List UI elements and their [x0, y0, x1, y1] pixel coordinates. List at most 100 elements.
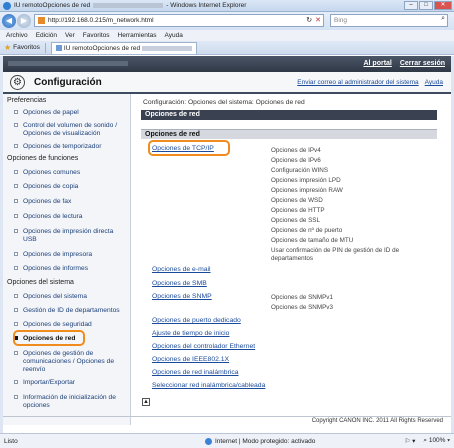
sidebar-item-copy[interactable]: Opciones de copia [14, 183, 127, 191]
breadcrumb: Configuración: Opciones del sistema: Opc… [143, 99, 305, 106]
network-highlight [13, 330, 85, 346]
search-field[interactable]: Bing ⌕ [330, 14, 448, 27]
sidebar-item-init-info[interactable]: Información de inicialización de opcione… [14, 394, 127, 410]
zoom-control[interactable]: ⌕ 100% ▾ [423, 437, 450, 445]
menu-herramientas[interactable]: Herramientas [118, 32, 157, 39]
sidebar-section-preferences: Preferencias [7, 97, 47, 104]
forward-button[interactable]: ▶ [17, 14, 31, 28]
help-link[interactable]: Ayuda [425, 79, 443, 86]
tcpip-detail: Opciones de IPv6 [271, 157, 321, 164]
bullet-icon [14, 229, 18, 233]
redacted-tab-block [142, 45, 193, 51]
ethernet-driver-link[interactable]: Opciones del controlador Ethernet [152, 343, 255, 350]
window-titlebar: IU remotoOpciones de red - Windows Inter… [0, 0, 454, 12]
window-title-prefix: IU remotoOpciones de red [14, 2, 91, 9]
internet-globe-icon [205, 437, 212, 445]
page-title: Configuración [34, 77, 102, 88]
config-header: ⚙ Configuración Enviar correo al adminis… [3, 72, 451, 94]
snmp-detail: Opciones de SNMPv3 [271, 304, 333, 311]
refresh-icon[interactable]: ↻ [306, 16, 312, 24]
smb-options-link[interactable]: Opciones de SMB [152, 280, 207, 287]
favorites-separator [44, 42, 46, 53]
tcpip-highlight [148, 140, 230, 156]
sidebar: Preferencias Opciones de papel Control d… [3, 94, 131, 425]
snmp-detail: Opciones de SNMPv1 [271, 294, 333, 301]
protected-mode-icon[interactable]: ⚐ ▾ [404, 437, 415, 445]
web-page: Al portal Cerrar sesión ⚙ Configuración … [0, 56, 454, 433]
sidebar-item-reports[interactable]: Opciones de informes [14, 265, 127, 273]
tcpip-detail: Opciones de HTTP [271, 207, 325, 214]
zone-text: Internet | Modo protegido: activado [215, 437, 316, 445]
ie-logo-icon [3, 1, 11, 10]
sidebar-section-functions: Opciones de funciones [7, 155, 79, 162]
page-footer: Copyright CANON INC. 2011 All Rights Res… [3, 416, 451, 424]
sidebar-item-department-id[interactable]: Gestión de ID de departamentos [14, 307, 127, 315]
select-wireless-wired-link[interactable]: Seleccionar red inalámbrica/cableada [152, 382, 265, 389]
close-window-button[interactable]: ✕ [434, 1, 452, 10]
menu-ayuda[interactable]: Ayuda [165, 32, 183, 39]
gear-icon: ⚙ [10, 75, 25, 90]
tcpip-detail: Configuración WINS [271, 167, 329, 174]
sidebar-item-security[interactable]: Opciones de seguridad [14, 321, 127, 329]
logout-link[interactable]: Cerrar sesión [400, 60, 445, 67]
tab-favicon-icon [55, 45, 62, 51]
sidebar-item-scan[interactable]: Opciones de lectura [14, 213, 127, 221]
startup-time-link[interactable]: Ajuste de tiempo de inicio [152, 330, 229, 337]
sidebar-item-paper[interactable]: Opciones de papel [14, 109, 127, 117]
email-admin-link[interactable]: Enviar correo al administrador del siste… [297, 79, 418, 86]
section-title-bar: Opciones de red [141, 110, 437, 120]
snmp-options-link[interactable]: Opciones de SNMP [152, 293, 212, 300]
sidebar-item-timer[interactable]: Opciones de temporizador [14, 143, 127, 151]
search-icon[interactable]: ⌕ [441, 15, 445, 23]
email-options-link[interactable]: Opciones de e-mail [152, 266, 211, 273]
bullet-icon [14, 266, 18, 270]
sidebar-item-sound-display[interactable]: Control del volumen de sonido / Opciones… [14, 122, 127, 138]
favorites-bar: ★ Favoritos IU remotoOpciones de red [0, 41, 454, 55]
back-button[interactable]: ◀ [2, 14, 16, 28]
tcpip-detail: Opciones impresión LPD [271, 177, 341, 184]
bullet-icon [14, 380, 18, 384]
sidebar-item-communications[interactable]: Opciones de gestión de comunicaciones / … [14, 350, 127, 374]
back-to-top-icon[interactable]: ▲ [142, 398, 150, 406]
security-zone: Internet | Modo protegido: activado [205, 437, 316, 445]
redacted-title-block [93, 3, 164, 8]
dedicated-port-link[interactable]: Opciones de puerto dedicado [152, 317, 241, 324]
bullet-icon [14, 184, 18, 188]
tcpip-detail: Opciones de tamaño de MTU [271, 237, 354, 244]
menu-archivo[interactable]: Archivo [6, 32, 28, 39]
bullet-icon [14, 294, 18, 298]
menu-edicion[interactable]: Edición [36, 32, 57, 39]
sidebar-item-import-export[interactable]: Importar/Exportar [14, 379, 127, 387]
header-links: Enviar correo al administrador del siste… [297, 79, 443, 86]
tcpip-detail: Opciones de nº de puerto [271, 227, 343, 234]
menu-ver[interactable]: Ver [65, 32, 75, 39]
minimize-button[interactable]: – [404, 1, 418, 10]
browser-tab[interactable]: IU remotoOpciones de red [50, 41, 198, 54]
ieee8021x-link[interactable]: Opciones de IEEE802.1X [152, 356, 229, 363]
status-right: ⚐ ▾ ⌕ 100% ▾ [404, 437, 450, 445]
status-bar: Listo Internet | Modo protegido: activad… [0, 433, 454, 448]
bullet-icon [14, 322, 18, 326]
favorites-button[interactable]: Favoritos [13, 44, 40, 51]
menu-bar: Archivo Edición Ver Favoritos Herramient… [0, 30, 454, 41]
bullet-icon [14, 199, 18, 203]
bullet-icon [14, 308, 18, 312]
url-field[interactable]: http://192.168.0.215/m_network.html ↻ ✕ [34, 14, 324, 27]
address-toolbar: ◀ ▶ http://192.168.0.215/m_network.html … [0, 12, 454, 30]
sidebar-item-fax[interactable]: Opciones de fax [14, 198, 127, 206]
url-text: http://192.168.0.215/m_network.html [48, 17, 154, 24]
stop-icon[interactable]: ✕ [315, 16, 321, 24]
tcpip-detail: Opciones de WSD [271, 197, 323, 204]
sidebar-item-usb-print[interactable]: Opciones de impresión directa USB [14, 228, 127, 244]
maximize-button[interactable]: □ [419, 1, 433, 10]
sidebar-item-system[interactable]: Opciones del sistema [14, 293, 127, 301]
search-placeholder: Bing [334, 17, 348, 24]
sidebar-item-common[interactable]: Opciones comunes [14, 169, 127, 177]
portal-link[interactable]: Al portal [363, 60, 391, 67]
wireless-options-link[interactable]: Opciones de red inalámbrica [152, 369, 239, 376]
bullet-icon [14, 252, 18, 256]
menu-favoritos[interactable]: Favoritos [83, 32, 110, 39]
sidebar-item-printer[interactable]: Opciones de impresora [14, 251, 127, 259]
tcpip-detail: Opciones de IPv4 [271, 147, 321, 154]
bullet-icon [14, 110, 18, 114]
